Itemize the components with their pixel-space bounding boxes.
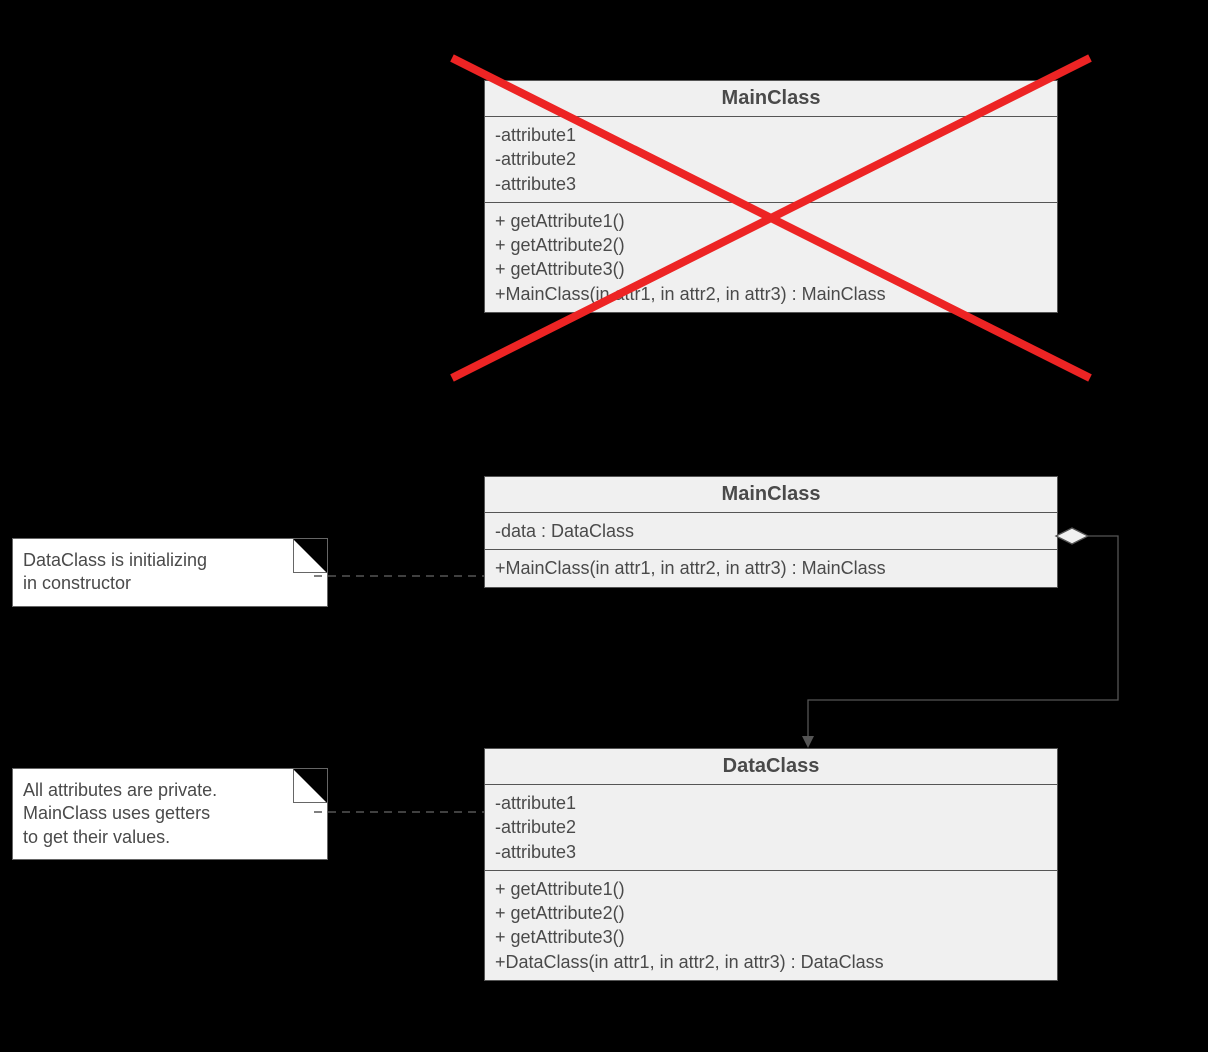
- note-fold-icon: [293, 539, 327, 573]
- uml-note-constructor: DataClass is initializing in constructor: [12, 538, 328, 607]
- uml-class-mainclass: MainClass -data : DataClass +MainClass(i…: [484, 476, 1058, 588]
- class-operations: +MainClass(in attr1, in attr2, in attr3)…: [485, 550, 1057, 586]
- class-operations: + getAttribute1() + getAttribute2() + ge…: [485, 871, 1057, 980]
- class-title: DataClass: [485, 749, 1057, 785]
- uml-note-getters: All attributes are private. MainClass us…: [12, 768, 328, 860]
- note-text: DataClass is initializing in constructor: [23, 550, 207, 593]
- class-attributes: -attribute1 -attribute2 -attribute3: [485, 117, 1057, 203]
- class-operations: + getAttribute1() + getAttribute2() + ge…: [485, 203, 1057, 312]
- note-text: All attributes are private. MainClass us…: [23, 780, 217, 847]
- class-title: MainClass: [485, 81, 1057, 117]
- note-fold-icon: [293, 769, 327, 803]
- class-attributes: -attribute1 -attribute2 -attribute3: [485, 785, 1057, 871]
- uml-class-mainclass-bad: MainClass -attribute1 -attribute2 -attri…: [484, 80, 1058, 313]
- uml-class-dataclass: DataClass -attribute1 -attribute2 -attri…: [484, 748, 1058, 981]
- diagram-canvas: MainClass -attribute1 -attribute2 -attri…: [0, 0, 1208, 1052]
- class-attributes: -data : DataClass: [485, 513, 1057, 550]
- class-title: MainClass: [485, 477, 1057, 513]
